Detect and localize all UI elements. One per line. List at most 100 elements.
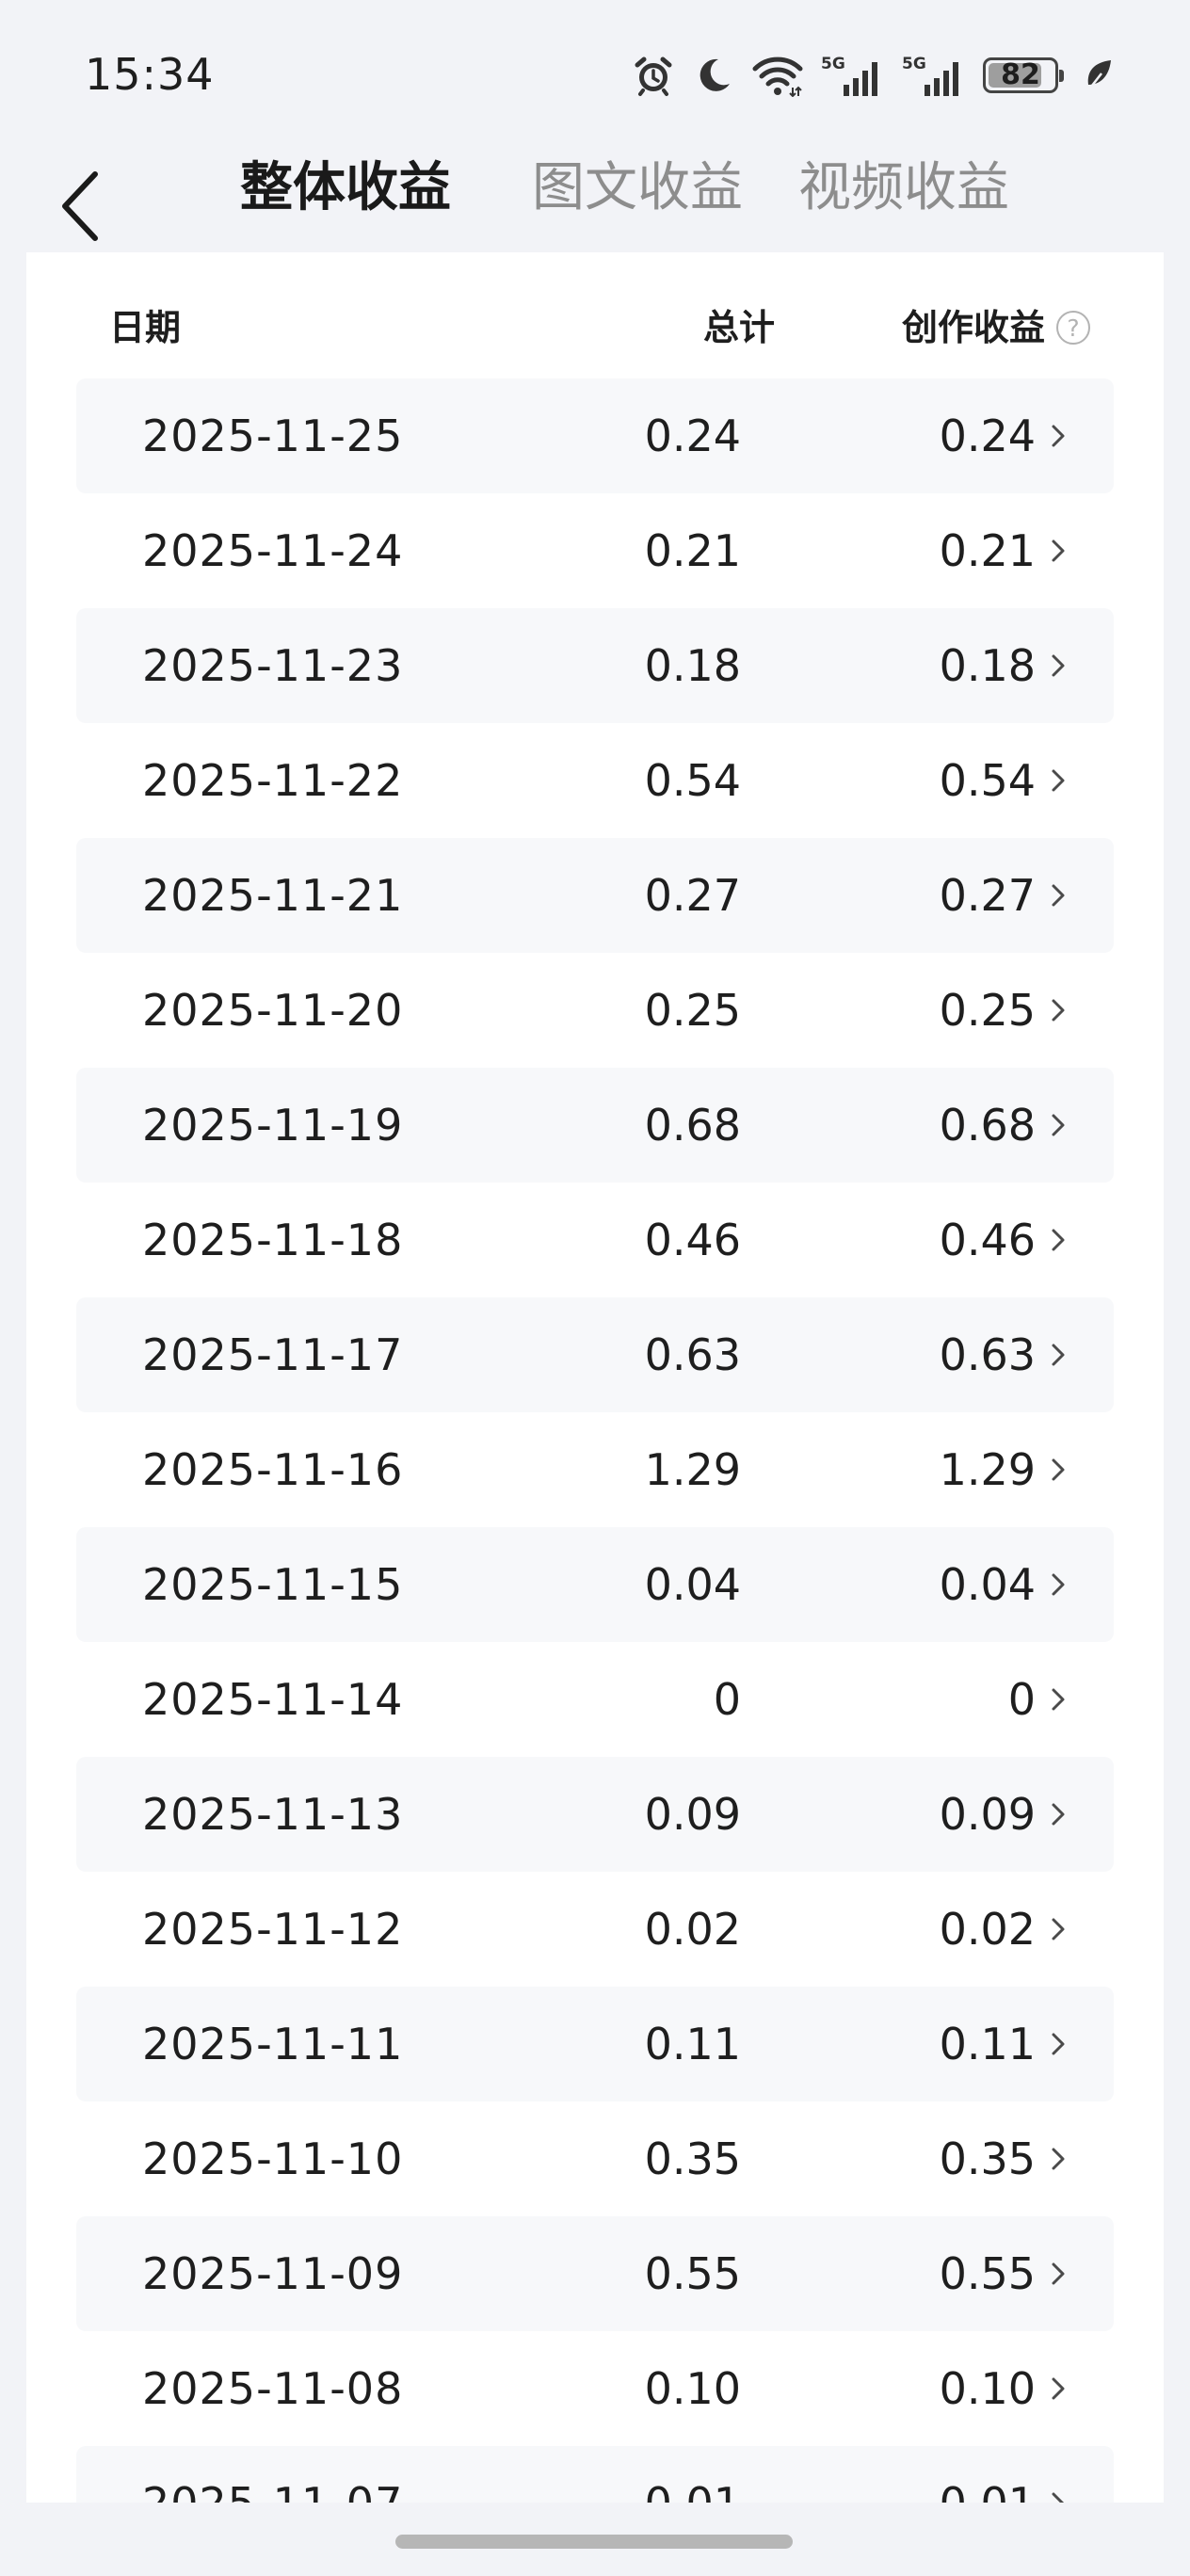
row-date: 2025-11-08: [142, 2363, 404, 2414]
row-date: 2025-11-14: [142, 1674, 404, 1725]
row-date: 2025-11-20: [142, 985, 404, 1036]
back-button[interactable]: [47, 164, 113, 249]
chevron-left-icon: [62, 171, 98, 241]
row-creation-income: 0.55: [939, 2248, 1036, 2299]
chevron-right-icon: [1052, 2492, 1065, 2503]
table-row[interactable]: 2025-11-22 0.54 0.54: [76, 723, 1114, 838]
table-row[interactable]: 2025-11-24 0.21 0.21: [76, 493, 1114, 608]
row-total: 0.27: [644, 870, 741, 921]
tab-header: 整体收益 图文收益 视频收益: [0, 141, 1190, 254]
row-date: 2025-11-12: [142, 1904, 404, 1955]
table-row[interactable]: 2025-11-21 0.27 0.27: [76, 838, 1114, 953]
alarm-icon: [631, 53, 676, 98]
row-date: 2025-11-22: [142, 755, 404, 806]
table-row[interactable]: 2025-11-20 0.25 0.25: [76, 953, 1114, 1068]
row-creation-income: 0.21: [939, 525, 1036, 576]
row-date: 2025-11-23: [142, 640, 404, 691]
row-creation-income: 1.29: [939, 1444, 1036, 1495]
row-total: 0.24: [644, 411, 741, 461]
table-row[interactable]: 2025-11-11 0.11 0.11: [76, 1987, 1114, 2101]
row-total: 0.54: [644, 755, 741, 806]
help-icon[interactable]: ?: [1056, 311, 1090, 345]
row-total: 0.63: [644, 1329, 741, 1380]
network-type-5g: 5G: [821, 55, 845, 73]
row-date: 2025-11-24: [142, 525, 404, 576]
chevron-right-icon: [1052, 999, 1065, 1022]
chevron-right-icon: [1052, 425, 1065, 447]
row-creation-income: 0.46: [939, 1215, 1036, 1265]
table-row[interactable]: 2025-11-15 0.04 0.04: [76, 1527, 1114, 1642]
row-creation-income: 0.18: [939, 640, 1036, 691]
row-creation-income: 0.25: [939, 985, 1036, 1036]
signal-icon: 5G: [902, 53, 966, 98]
tab-video-income[interactable]: 视频收益: [798, 151, 1009, 226]
table-row[interactable]: 2025-11-17 0.63 0.63: [76, 1297, 1114, 1412]
income-rows: 2025-11-25 0.24 0.24 2025-11-24 0.21 0.2…: [76, 378, 1114, 2503]
row-total: 0.04: [644, 1559, 741, 1610]
chevron-right-icon: [1052, 2148, 1065, 2170]
table-row[interactable]: 2025-11-18 0.46 0.46: [76, 1183, 1114, 1297]
leaf-icon: [1085, 58, 1113, 92]
row-total: 0.02: [644, 1904, 741, 1955]
row-total: 0.01: [645, 2446, 741, 2503]
income-card: 日期 总计 创作收益 ? 2025-11-25 0.24 0.24 2025-1…: [26, 252, 1164, 2503]
table-row[interactable]: 2025-11-12 0.02 0.02: [76, 1872, 1114, 1987]
chevron-right-icon: [1052, 884, 1065, 907]
row-creation-income: 0.24: [939, 411, 1036, 461]
chevron-right-icon: [1052, 539, 1065, 562]
table-row[interactable]: 2025-11-07 0.01 0.01: [76, 2446, 1114, 2503]
signal-icon: 5G: [821, 53, 885, 98]
table-row[interactable]: 2025-11-08 0.10 0.10: [76, 2331, 1114, 2446]
row-date: 2025-11-09: [142, 2248, 404, 2299]
row-date: 2025-11-19: [142, 1100, 404, 1151]
row-creation-income: 0.27: [939, 870, 1036, 921]
table-row[interactable]: 2025-11-16 1.29 1.29: [76, 1412, 1114, 1527]
tab-image-text-income[interactable]: 图文收益: [532, 151, 743, 226]
row-creation-income: 0.10: [939, 2363, 1036, 2414]
chevron-right-icon: [1052, 1803, 1065, 1826]
row-creation-income: 0.11: [939, 2019, 1036, 2069]
moon-icon: [693, 55, 734, 96]
table-row[interactable]: 2025-11-23 0.18 0.18: [76, 608, 1114, 723]
row-total: 0.11: [644, 2019, 741, 2069]
wifi-icon: [751, 54, 804, 97]
row-total: 0: [713, 1674, 741, 1725]
status-icons: 5G 5G 82: [631, 47, 1113, 104]
table-row[interactable]: 2025-11-14 0 0: [76, 1642, 1114, 1757]
row-creation-income: 0: [1007, 1674, 1036, 1725]
row-date: 2025-11-15: [142, 1559, 404, 1610]
row-creation-income: 0.01: [940, 2446, 1036, 2503]
row-total: 1.29: [644, 1444, 741, 1495]
table-header: 日期 总计 创作收益 ?: [26, 252, 1164, 375]
row-creation-income: 0.35: [939, 2133, 1036, 2184]
table-row[interactable]: 2025-11-25 0.24 0.24: [76, 378, 1114, 493]
navigation-bar: [0, 2503, 1190, 2576]
row-total: 0.10: [644, 2363, 741, 2414]
table-row[interactable]: 2025-11-19 0.68 0.68: [76, 1068, 1114, 1183]
row-date: 2025-11-10: [142, 2133, 404, 2184]
home-indicator[interactable]: [395, 2535, 793, 2549]
chevron-right-icon: [1052, 1229, 1065, 1251]
chevron-right-icon: [1052, 654, 1065, 677]
row-creation-income: 0.54: [939, 755, 1036, 806]
table-row[interactable]: 2025-11-13 0.09 0.09: [76, 1757, 1114, 1872]
chevron-right-icon: [1052, 1688, 1065, 1711]
status-time: 15:34: [85, 49, 215, 100]
chevron-right-icon: [1052, 2262, 1065, 2285]
chevron-right-icon: [1052, 1918, 1065, 1940]
row-creation-income: 0.63: [939, 1329, 1036, 1380]
chevron-right-icon: [1052, 2377, 1065, 2400]
chevron-right-icon: [1052, 1573, 1065, 1596]
row-creation-income: 0.02: [939, 1904, 1036, 1955]
row-creation-income: 0.09: [939, 1789, 1036, 1840]
battery-percent: 82: [1001, 58, 1040, 91]
table-row[interactable]: 2025-11-10 0.35 0.35: [76, 2101, 1114, 2216]
network-type-5g: 5G: [902, 55, 926, 73]
battery: 82: [983, 57, 1064, 93]
tab-overall-income[interactable]: 整体收益: [240, 151, 451, 226]
chevron-right-icon: [1052, 769, 1065, 792]
table-row[interactable]: 2025-11-09 0.55 0.55: [76, 2216, 1114, 2331]
row-date: 2025-11-11: [142, 2019, 404, 2069]
row-total: 0.55: [644, 2248, 741, 2299]
row-date: 2025-11-16: [142, 1444, 404, 1495]
